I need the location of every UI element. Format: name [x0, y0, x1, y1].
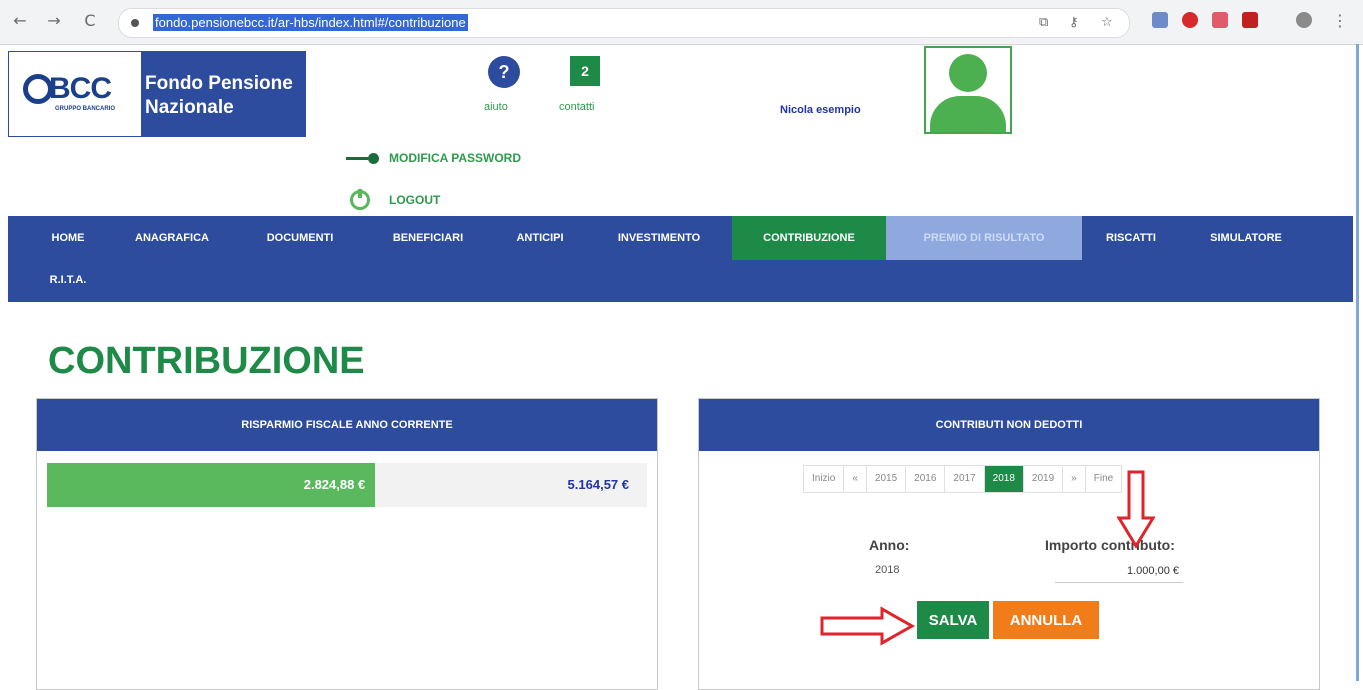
year-pagination: Inizio « 2015 2016 2017 2018 2019 » Fine: [803, 465, 1123, 493]
page-prev[interactable]: «: [844, 466, 867, 492]
nav-beneficiari[interactable]: BENEFICIARI: [372, 216, 484, 260]
nav-riscatti[interactable]: RISCATTI: [1086, 216, 1176, 260]
savings-progress-track: 2.824,88 € 5.164,57 €: [47, 463, 647, 507]
page-first[interactable]: Inizio: [804, 466, 845, 492]
page-year-2016[interactable]: 2016: [906, 466, 946, 492]
savings-panel: RISPARMIO FISCALE ANNO CORRENTE 2.824,88…: [36, 398, 658, 690]
user-icon-head: [949, 54, 987, 92]
nav-contribuzione[interactable]: CONTRIBUZIONE: [732, 216, 886, 260]
fund-name-line2: Nazionale: [145, 97, 234, 118]
url-text[interactable]: fondo.pensionebcc.it/ar-hbs/index.html#/…: [153, 14, 468, 31]
user-icon-body: [930, 96, 1006, 132]
fund-name: Fondo Pensione Nazionale: [141, 52, 305, 136]
bookmark-star-icon[interactable]: ☆: [1101, 15, 1113, 30]
reload-icon[interactable]: C: [80, 11, 100, 31]
nav-simulatore[interactable]: SIMULATORE: [1186, 216, 1306, 260]
bcc-logo: BCC GRUPPO BANCARIO: [9, 52, 139, 136]
contributions-panel: CONTRIBUTI NON DEDOTTI Inizio « 2015 201…: [698, 398, 1320, 690]
nav-documenti[interactable]: DOCUMENTI: [248, 216, 352, 260]
contacts-icon[interactable]: 2: [570, 56, 600, 86]
power-icon: [350, 189, 370, 210]
modify-password-link[interactable]: MODIFICA PASSWORD: [389, 151, 521, 165]
savings-used-value: 2.824,88 €: [303, 477, 366, 492]
nav-premio-di-risultato[interactable]: PREMIO DI RISULTATO: [886, 216, 1082, 260]
anno-value: 2018: [875, 564, 900, 576]
scrollbar-edge: [1356, 44, 1359, 681]
savings-panel-title: RISPARMIO FISCALE ANNO CORRENTE: [37, 399, 657, 451]
key-icon: [346, 153, 380, 164]
page-year-2019[interactable]: 2019: [1024, 466, 1064, 492]
logo-subtitle: GRUPPO BANCARIO: [55, 106, 116, 112]
profile-icon[interactable]: [1296, 12, 1312, 28]
main-nav: HOME ANAGRAFICA DOCUMENTI BENEFICIARI AN…: [8, 216, 1353, 302]
help-link[interactable]: aiuto: [484, 101, 508, 113]
menu-icon[interactable]: ⋮: [1330, 11, 1350, 31]
back-icon[interactable]: ←: [10, 11, 30, 31]
browser-toolbar: ← → C fondo.pensionebcc.it/ar-hbs/index.…: [0, 0, 1363, 45]
address-bar[interactable]: fondo.pensionebcc.it/ar-hbs/index.html#/…: [118, 8, 1130, 38]
nav-anticipi[interactable]: ANTICIPI: [500, 216, 580, 260]
cancel-button[interactable]: ANNULLA: [993, 601, 1099, 639]
page-year-2017[interactable]: 2017: [945, 466, 985, 492]
page-next[interactable]: »: [1063, 466, 1086, 492]
translate-icon[interactable]: ⧉: [1039, 15, 1048, 30]
logo-brand: BCC: [49, 72, 112, 105]
key-icon[interactable]: ⚷: [1069, 15, 1079, 30]
nav-investimento[interactable]: INVESTIMENTO: [594, 216, 724, 260]
anno-label: Anno:: [869, 537, 910, 553]
save-button[interactable]: SALVA: [917, 601, 989, 639]
contributions-panel-title: CONTRIBUTI NON DEDOTTI: [699, 399, 1319, 451]
username: Nicola esempio: [780, 104, 861, 116]
avatar[interactable]: [924, 46, 1012, 134]
logo[interactable]: BCC GRUPPO BANCARIO Fondo Pensione Nazio…: [8, 51, 306, 137]
importo-input[interactable]: [1055, 559, 1183, 583]
page-year-2015[interactable]: 2015: [867, 466, 907, 492]
logout-link[interactable]: LOGOUT: [389, 193, 440, 207]
savings-total-value: 5.164,57 €: [567, 477, 629, 492]
page-title: CONTRIBUZIONE: [48, 340, 365, 382]
savings-progress-fill: 2.824,88 €: [47, 463, 376, 507]
forward-icon[interactable]: →: [44, 11, 64, 31]
contacts-link[interactable]: contatti: [559, 101, 594, 113]
nav-anagrafica[interactable]: ANAGRAFICA: [116, 216, 228, 260]
page-year-2018[interactable]: 2018: [984, 466, 1024, 492]
extension-icon[interactable]: [1212, 12, 1228, 28]
nav-rita[interactable]: R.I.T.A.: [38, 260, 98, 300]
right-arrow-annotation: [820, 606, 916, 646]
extension-icon[interactable]: [1242, 12, 1258, 28]
nav-home[interactable]: HOME: [38, 216, 98, 260]
down-arrow-annotation: [1116, 470, 1156, 549]
site-info-icon[interactable]: [131, 19, 139, 27]
help-icon[interactable]: ?: [488, 56, 520, 88]
extension-icon[interactable]: [1182, 12, 1198, 28]
extension-icon[interactable]: [1152, 12, 1168, 28]
fund-name-line1: Fondo Pensione: [145, 73, 293, 94]
